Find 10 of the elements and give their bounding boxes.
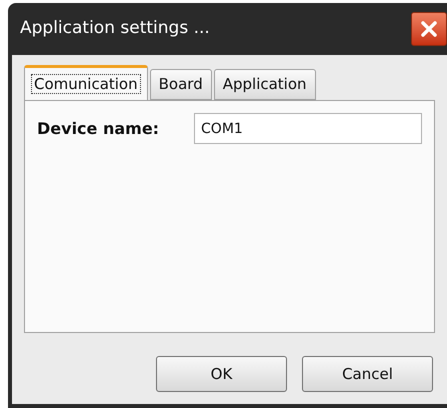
close-icon <box>420 20 438 38</box>
dialog-button[interactable]: Cancel <box>302 356 433 392</box>
dialog-button[interactable]: OK <box>156 356 287 392</box>
tab[interactable]: Board <box>150 69 212 100</box>
tab[interactable]: Application <box>214 69 316 100</box>
close-button[interactable] <box>411 12 447 46</box>
window-title: Application settings ... <box>20 17 210 40</box>
input-field[interactable]: COM1 <box>194 113 422 144</box>
field-label: Device name: <box>37 118 160 140</box>
tab[interactable]: Comunication <box>24 65 148 100</box>
